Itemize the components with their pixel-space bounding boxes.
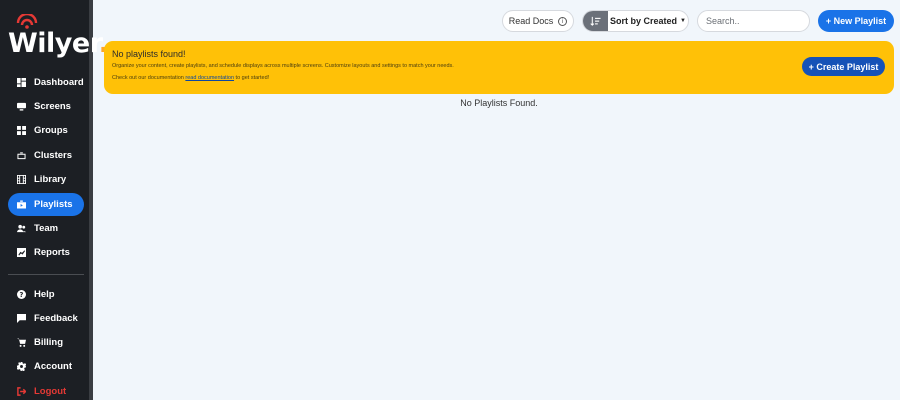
logout-icon (17, 387, 26, 396)
sidebar-item-label: Groups (34, 125, 68, 136)
sidebar-item-library[interactable]: Library (8, 168, 84, 191)
banner-doc-suffix: to get started! (235, 75, 270, 81)
read-documentation-link[interactable]: read documentation (185, 75, 234, 81)
feedback-icon (17, 314, 26, 323)
sidebar-item-label: Billing (34, 337, 64, 348)
sidebar-item-clusters[interactable]: Clusters (8, 144, 84, 167)
read-docs-label: Read Docs (508, 16, 554, 26)
banner-doc-prefix: Check out our documentation (112, 75, 184, 81)
sort-descending-icon (590, 16, 601, 26)
empty-state-message: No Playlists Found. (460, 98, 538, 108)
search-input[interactable] (697, 10, 810, 32)
sort-dropdown[interactable]: Sort by Created ▼ (608, 11, 688, 31)
sort-control: Sort by Created ▼ (582, 10, 689, 32)
gear-icon (17, 362, 26, 371)
monitor-icon (17, 102, 26, 111)
report-icon (17, 248, 26, 257)
svg-text:?: ? (20, 291, 24, 299)
read-docs-button[interactable]: Read Docs i (502, 10, 574, 32)
sidebar-divider (8, 274, 84, 275)
briefcase-icon (17, 151, 26, 160)
info-icon: i (558, 16, 568, 26)
team-icon (17, 224, 26, 233)
sidebar-item-feedback[interactable]: Feedback (8, 307, 84, 330)
brand-name: Wilyer. (8, 28, 109, 59)
help-icon: ? (17, 290, 26, 299)
sidebar-item-account[interactable]: Account (8, 355, 84, 378)
sidebar-item-dashboard[interactable]: Dashboard (8, 71, 84, 94)
sidebar-item-screens[interactable]: Screens (8, 95, 84, 118)
banner-description: Organize your content, create playlists,… (112, 63, 454, 69)
new-playlist-button[interactable]: + New Playlist (818, 10, 894, 32)
film-icon (17, 175, 26, 184)
sidebar-item-billing[interactable]: Billing (8, 331, 84, 354)
sidebar-item-label: Clusters (34, 150, 73, 161)
sidebar-item-playlists[interactable]: Playlists (8, 193, 84, 216)
sort-direction-button[interactable] (583, 11, 608, 31)
sidebar-item-label: Reports (34, 247, 70, 258)
sidebar-item-groups[interactable]: Groups (8, 119, 84, 142)
create-playlist-button[interactable]: + Create Playlist (802, 57, 885, 76)
sidebar-item-team[interactable]: Team (8, 217, 84, 240)
empty-state-banner: No playlists found! Organize your conten… (104, 41, 894, 94)
banner-doc-line: Check out our documentation read documen… (112, 75, 269, 81)
dashboard-icon (17, 78, 26, 87)
sidebar-item-help[interactable]: ? Help (8, 283, 84, 306)
cart-icon (17, 338, 26, 347)
sidebar-item-logout[interactable]: Logout (8, 380, 84, 400)
sidebar: Wilyer. Dashboard Screens Groups Cluster… (0, 0, 109, 400)
sidebar-item-reports[interactable]: Reports (8, 241, 84, 264)
playlist-icon (17, 200, 26, 209)
sidebar-item-label: Logout (34, 386, 67, 397)
sort-dropdown-label: Sort by Created (610, 16, 678, 26)
sidebar-item-label: Screens (34, 101, 71, 112)
sidebar-item-label: Account (34, 361, 72, 372)
sidebar-item-label: Dashboard (34, 77, 84, 88)
sidebar-item-label: Feedback (34, 313, 78, 324)
banner-title: No playlists found! (112, 49, 186, 59)
sidebar-item-label: Help (34, 289, 55, 300)
sidebar-item-label: Playlists (34, 199, 73, 210)
sidebar-item-label: Library (34, 174, 67, 185)
sidebar-item-label: Team (34, 223, 59, 234)
grid-icon (17, 126, 26, 135)
caret-down-icon: ▼ (680, 18, 686, 24)
wilyer-logo[interactable]: Wilyer. (8, 14, 109, 59)
